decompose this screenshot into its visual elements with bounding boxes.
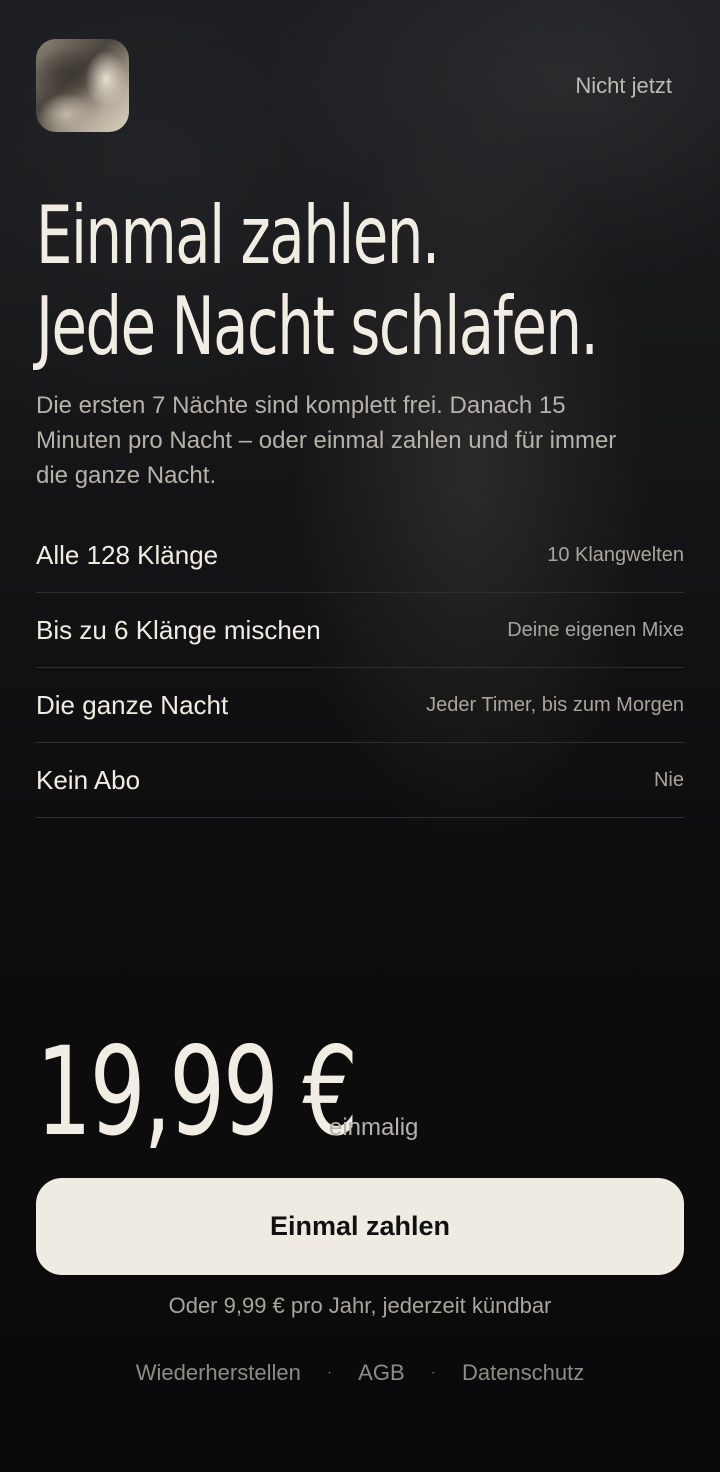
dismiss-button[interactable]: Nicht jetzt <box>575 73 672 99</box>
separator-dot: · <box>430 1364 436 1381</box>
feature-title: Kein Abo <box>36 764 141 795</box>
subtitle: Die ersten 7 Nächte sind komplett frei. … <box>36 392 617 489</box>
feature-title: Die ganze Nacht <box>36 689 229 720</box>
feature-row-sounds: Alle 128 Klänge 10 Klangwelten <box>36 518 684 593</box>
privacy-link[interactable]: Datenschutz <box>462 1360 584 1386</box>
feature-detail: 10 Klangwelten <box>547 543 684 566</box>
feature-list: Alle 128 Klänge 10 Klangwelten Bis zu 6 … <box>36 518 684 818</box>
separator-dot: · <box>326 1364 333 1381</box>
feature-row-mixing: Bis zu 6 Klänge mischen Deine eigenen Mi… <box>36 593 684 668</box>
price: 19,99 € <box>36 1021 358 1163</box>
headline-line-2: Jede Nacht schlafen. <box>36 280 599 373</box>
headline-line-1: Einmal zahlen. <box>36 189 440 282</box>
feature-title: Alle 128 Klänge <box>36 539 219 570</box>
feature-row-night: Die ganze Nacht Jeder Timer, bis zum Mor… <box>36 668 684 743</box>
terms-link[interactable]: AGB <box>358 1360 404 1386</box>
pay-once-button[interactable]: Einmal zahlen <box>36 1178 684 1275</box>
yearly-option-link[interactable]: Oder 9,99 € pro Jahr, jederzeit kündbar <box>0 1293 720 1319</box>
feature-detail: Deine eigenen Mixe <box>507 618 684 641</box>
feature-title: Bis zu 6 Klänge mischen <box>36 614 321 645</box>
feature-detail: Nie <box>653 768 684 791</box>
app-icon <box>36 39 129 132</box>
feature-row-no-subscription: Kein Abo Nie <box>36 743 684 818</box>
feature-detail: Jeder Timer, bis zum Morgen <box>426 693 684 716</box>
footer-links: Wiederherstellen · AGB · Datenschutz <box>0 1360 720 1386</box>
restore-link[interactable]: Wiederherstellen <box>136 1360 301 1386</box>
headline: Einmal zahlen. Jede Nacht schlafen. <box>36 189 599 373</box>
price-note: einmalig <box>329 1114 419 1141</box>
